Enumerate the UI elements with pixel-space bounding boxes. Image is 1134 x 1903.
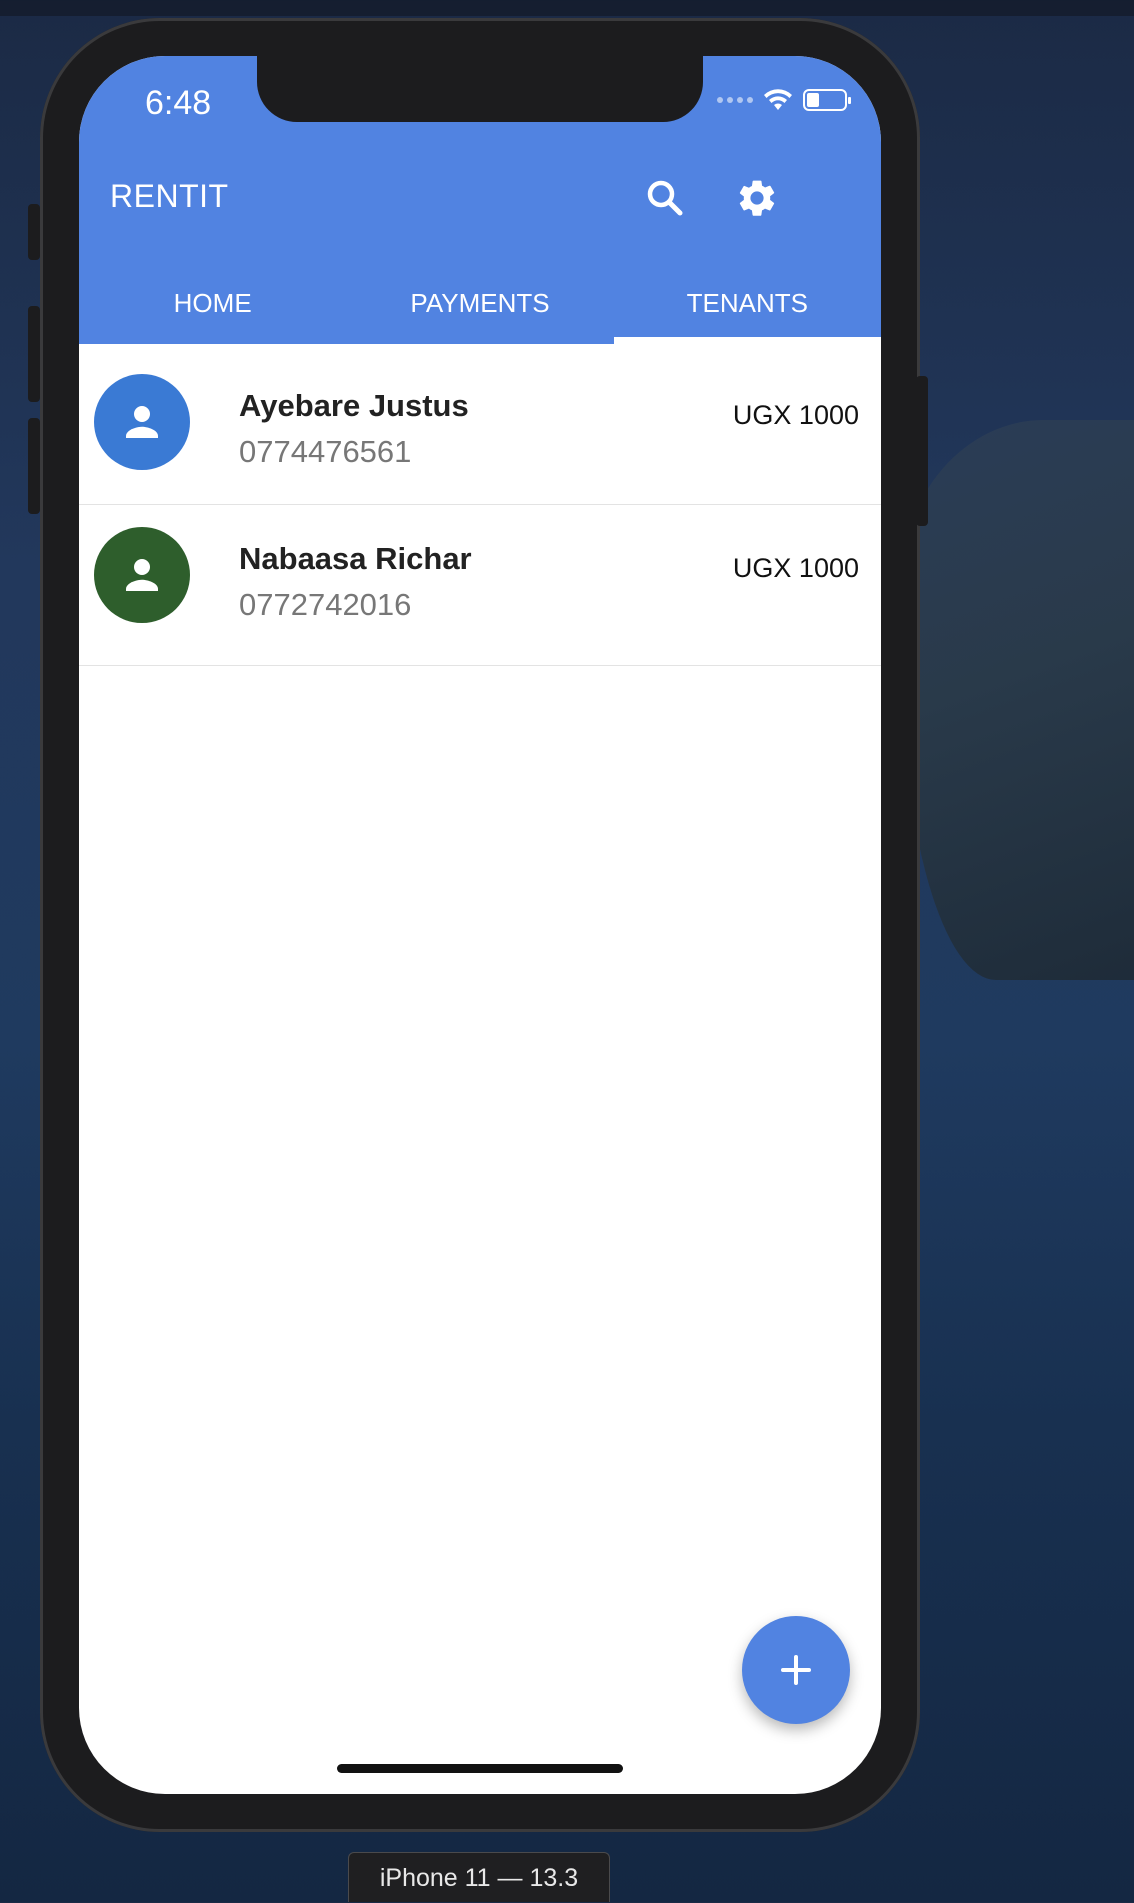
tenant-name: Ayebare Justus: [239, 388, 469, 423]
tab-home[interactable]: HOME: [79, 276, 346, 344]
tab-bar: HOME PAYMENTS TENANTS: [79, 276, 881, 344]
notch: [257, 56, 703, 122]
avatar: [94, 374, 190, 470]
tenant-row[interactable]: Nabaasa Richar 0772742016 UGX 1000: [79, 505, 881, 666]
tenant-amount: UGX 1000: [732, 553, 859, 583]
status-time: 6:48: [145, 84, 212, 122]
mute-switch: [28, 204, 40, 260]
desktop-wallpaper: [900, 420, 1134, 980]
search-icon: [647, 180, 683, 216]
status-icons: [717, 88, 851, 112]
mac-menubar: [0, 0, 1134, 16]
search-button[interactable]: [639, 172, 691, 224]
volume-up-button: [28, 306, 40, 402]
tenant-amount: UGX 1000: [732, 400, 859, 430]
battery-icon: [803, 89, 851, 111]
app-screen: 6:48 RENTIT HOME PAYMENTS TENANTS Ayebar…: [79, 56, 881, 1794]
avatar: [94, 527, 190, 623]
power-button: [916, 376, 928, 526]
settings-button[interactable]: [731, 172, 783, 224]
signal-icon: [717, 97, 753, 103]
app-title: RENTIT: [110, 178, 229, 214]
add-tenant-button[interactable]: [742, 1616, 850, 1724]
tenant-row[interactable]: Ayebare Justus 0774476561 UGX 1000: [79, 344, 881, 505]
volume-down-button: [28, 418, 40, 514]
home-indicator: [337, 1764, 623, 1773]
simulator-device-label: iPhone 11 — 13.3: [348, 1852, 610, 1902]
gear-icon: [739, 180, 775, 216]
tab-payments[interactable]: PAYMENTS: [346, 276, 613, 344]
tenant-phone: 0774476561: [239, 434, 412, 469]
tab-tenants[interactable]: TENANTS: [613, 276, 881, 344]
tenant-list: Ayebare Justus 0774476561 UGX 1000 Nabaa…: [79, 344, 881, 666]
tenant-phone: 0772742016: [239, 587, 412, 622]
wifi-icon: [764, 89, 792, 110]
tenant-name: Nabaasa Richar: [239, 541, 472, 576]
person-icon: [126, 406, 158, 438]
plus-icon: [781, 1655, 811, 1685]
person-icon: [126, 559, 158, 591]
battery-level: [807, 93, 819, 107]
